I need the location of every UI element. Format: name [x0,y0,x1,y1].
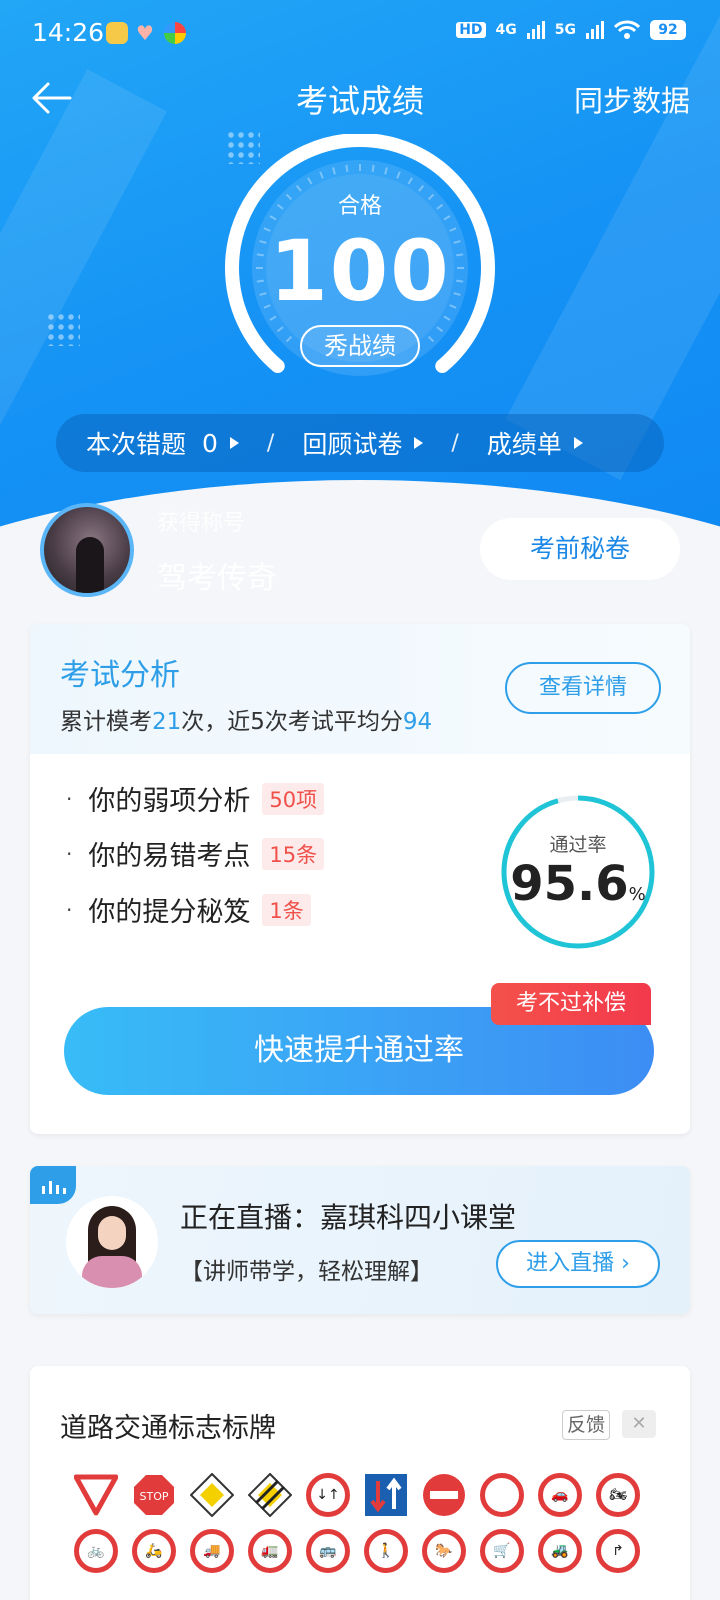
wrong-questions-link[interactable]: 本次错题 0 [86,425,239,461]
separator: / [266,430,275,456]
close-icon[interactable]: ✕ [622,1410,656,1438]
score-gauge: 合格 100 秀战绩 [216,134,504,384]
teacher-avatar [66,1196,158,1288]
no-mopeds-icon[interactable]: 🛵 [132,1529,176,1573]
pass-rate-label: 通过率 [549,834,607,856]
review-paper-label: 回顾试卷 [302,430,403,459]
item-badge: 15条 [262,837,325,870]
compensation-tag: 考不过补偿 [491,983,651,1025]
no-trucks-icon[interactable]: 🚚 [190,1529,234,1573]
no-tractors-icon[interactable]: 🚜 [538,1529,582,1573]
pass-rate-value: 95.6% [510,856,646,912]
no-trailers-icon[interactable]: 🚛 [248,1529,292,1573]
no-bicycles-icon[interactable]: 🚲 [74,1529,118,1573]
earned-title-value: 驾考传奇 [157,561,277,596]
earned-title-label: 获得称号 [157,511,246,536]
health-notification-icon: ♥ [136,21,154,45]
caret-right-icon [573,437,583,449]
oncoming-priority-icon[interactable]: ↓↑ [306,1473,350,1517]
no-handcarts-icon[interactable]: 🛒 [480,1529,524,1573]
score-tips-item[interactable]: · 你的提分秘笈 1条 [66,890,311,929]
sync-data-button[interactable]: 同步数据 [574,78,690,120]
exam-analysis-card: 考试分析 累计模考21次，近5次考试平均分94 查看详情 · 你的弱项分析 50项 … [30,624,690,1134]
hd-indicator: HD [456,22,486,38]
status-time: 14:26 [32,18,105,47]
live-bars-icon [30,1166,76,1204]
wifi-icon [614,20,640,39]
yield-sign-icon[interactable] [74,1473,118,1517]
no-cars-icon[interactable]: 🚗 [538,1473,582,1517]
signal-icon [526,21,545,39]
score-report-link[interactable]: 成绩单 [487,425,583,461]
traffic-signs-title: 道路交通标志标牌 [60,1413,276,1444]
score-report-label: 成绩单 [486,430,562,459]
battery-icon: 92 [650,20,686,40]
wrong-questions-count: 0 [202,428,218,458]
enter-live-button[interactable]: 进入直播 › [496,1240,660,1288]
no-motorcycles-icon[interactable]: 🏍 [596,1473,640,1517]
stop-sign-icon[interactable]: STOP [132,1473,176,1517]
no-vehicles-icon[interactable] [480,1473,524,1517]
network-4g-label: 4G [495,22,517,38]
mock-count: 21 [152,709,182,735]
average-score: 94 [402,709,433,735]
live-title: 正在直播：嘉琪科四小课堂 [180,1201,517,1234]
show-score-button[interactable]: 秀战绩 [300,325,420,367]
pre-exam-secret-button[interactable]: 考前秘卷 [480,518,680,580]
avatar[interactable] [40,503,134,597]
weakness-item[interactable]: · 你的弱项分析 50项 [66,779,325,818]
no-buses-icon[interactable]: 🚌 [306,1529,350,1573]
item-label: 你的提分秘笈 [88,897,251,928]
no-animal-carts-icon[interactable]: 🐎 [422,1529,466,1573]
item-badge: 1条 [262,893,311,926]
no-right-turn-icon[interactable]: ↱ [596,1529,640,1573]
game-notification-icon [164,22,186,44]
live-subtitle: 【讲师带学，轻松理解】 [180,1259,433,1285]
live-stream-card[interactable]: 正在直播：嘉琪科四小课堂 【讲师带学，轻松理解】 进入直播 › [30,1166,690,1314]
item-badge: 50项 [262,782,325,815]
caret-right-icon [229,437,239,449]
item-label: 你的易错考点 [88,841,251,872]
feedback-button[interactable]: 反馈 [562,1410,610,1440]
network-5g-label: 5G [554,22,576,38]
pass-rate-ring: 通过率 95.6% [498,792,658,952]
result-links-bar: 本次错题 0 / 回顾试卷 / 成绩单 [56,414,664,472]
error-prone-item[interactable]: · 你的易错考点 15条 [66,834,325,873]
signal-icon [586,21,604,39]
no-entry-icon[interactable] [422,1473,466,1517]
app-notification-icon [106,22,128,44]
priority-road-end-icon[interactable] [248,1473,292,1517]
item-label: 你的弱项分析 [88,786,251,817]
no-pedestrians-icon[interactable]: 🚶 [364,1529,408,1573]
pass-label: 合格 [337,194,382,219]
caret-right-icon [414,437,424,449]
exam-score: 100 [269,222,451,320]
chevron-right-icon: › [614,1251,630,1276]
priority-road-icon[interactable] [190,1473,234,1517]
two-way-priority-icon[interactable] [364,1473,408,1517]
analysis-header: 考试分析 累计模考21次，近5次考试平均分94 查看详情 [30,624,690,754]
separator: / [451,430,459,456]
wrong-questions-label: 本次错题 [86,430,187,459]
nav-bar: 考试成绩 同步数据 [0,70,720,126]
stop-sign-text: STOP [140,1490,169,1503]
analysis-summary: 累计模考21次，近5次考试平均分94 [60,709,433,735]
status-bar: 14:26 ♥ HD 4G 5G 92 [0,0,720,66]
traffic-signs-card: 道路交通标志标牌 反馈 ✕ STOP ↓↑ 🚗 🏍 🚲 🛵 🚚 🚛 🚌 🚶 🐎 … [30,1366,690,1600]
analysis-title: 考试分析 [60,658,180,693]
view-details-button[interactable]: 查看详情 [505,662,661,714]
review-paper-link[interactable]: 回顾试卷 [302,425,424,461]
